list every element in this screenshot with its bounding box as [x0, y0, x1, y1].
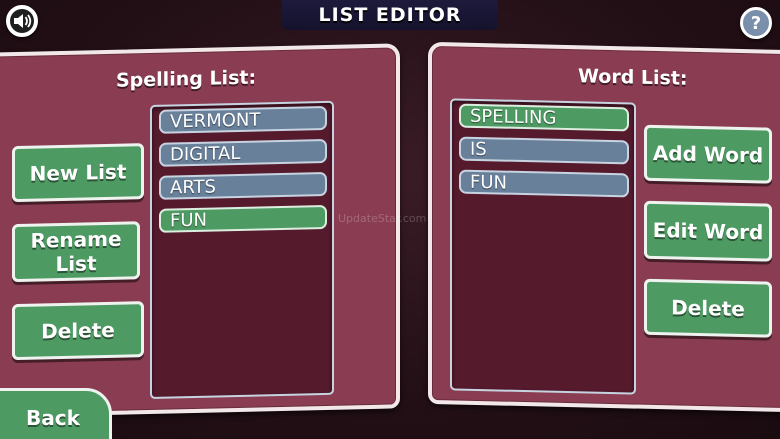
title-bar: LIST EDITOR [282, 0, 498, 30]
word-list-box[interactable]: SPELLING IS FUN [450, 98, 636, 395]
spelling-list-title: Spelling List: [116, 66, 257, 92]
word-list-panel: Word List: SPELLING IS FUN Add Word Edit… [428, 41, 780, 413]
delete-list-button[interactable]: Delete [12, 301, 144, 361]
back-button[interactable]: Back [0, 388, 112, 439]
sound-toggle-button[interactable] [6, 5, 38, 37]
edit-word-button[interactable]: Edit Word [644, 200, 772, 262]
spelling-list-item[interactable]: DIGITAL [159, 138, 327, 167]
help-icon: ? [750, 12, 762, 34]
word-list-item[interactable]: IS [459, 136, 629, 165]
add-word-button[interactable]: Add Word [644, 124, 772, 184]
spelling-list-item[interactable]: VERMONT [159, 105, 327, 134]
spelling-list-panel: Spelling List: New List Rename List Dele… [0, 43, 400, 418]
word-list-item[interactable]: FUN [459, 169, 629, 198]
watermark: UpdateStar.com [338, 212, 427, 225]
delete-word-button[interactable]: Delete [644, 278, 772, 338]
spelling-list-box[interactable]: VERMONT DIGITAL ARTS FUN [150, 100, 334, 399]
help-button[interactable]: ? [740, 7, 772, 39]
page-title: LIST EDITOR [318, 4, 462, 26]
rename-list-button[interactable]: Rename List [12, 221, 140, 283]
word-list-title: Word List: [578, 65, 688, 90]
spelling-list-item-selected[interactable]: FUN [159, 204, 327, 233]
spelling-list-item[interactable]: ARTS [159, 171, 327, 200]
word-list-item-selected[interactable]: SPELLING [459, 103, 629, 132]
speaker-icon [10, 9, 34, 33]
new-list-button[interactable]: New List [12, 143, 144, 203]
